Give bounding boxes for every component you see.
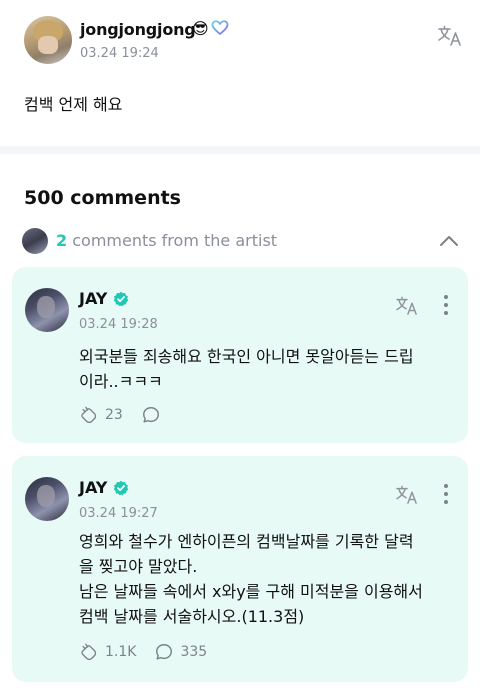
- like-button[interactable]: 23: [79, 405, 123, 425]
- translate-button[interactable]: [436, 22, 464, 50]
- user-badges: 😎: [192, 19, 229, 38]
- comment-text-line: 영희와 철수가 엔하이픈의 컴백날짜를 기록한 달력: [79, 532, 414, 551]
- reply-button[interactable]: [141, 405, 167, 425]
- like-count: 23: [105, 407, 123, 423]
- translate-icon: [396, 296, 417, 315]
- comment-author-avatar[interactable]: [25, 288, 69, 332]
- post-author-name[interactable]: jongjongjong: [80, 20, 196, 39]
- like-icon: [81, 406, 97, 424]
- verified-icon: [113, 480, 129, 496]
- comment-translate-button[interactable]: [394, 482, 420, 508]
- artist-comments-label: 2 comments from the artist: [56, 231, 277, 250]
- reply-button[interactable]: 335: [154, 642, 207, 662]
- artist-comment-card: JAY 03.24 19:28 외국분들 죄송해요 한국인 아니면 못알아듣는 …: [12, 267, 468, 443]
- artist-comment-count: 2: [56, 231, 68, 250]
- reply-count: 335: [180, 644, 208, 660]
- comment-actions: 23: [79, 404, 185, 426]
- reply-icon: [156, 644, 173, 660]
- heart-badge-icon: [211, 20, 229, 35]
- comment-text-line: 을 찢고야 말았다.: [79, 557, 198, 576]
- like-count: 1.1K: [105, 644, 137, 660]
- artist-comments-text: comments from the artist: [72, 231, 278, 250]
- comment-translate-button[interactable]: [394, 293, 420, 319]
- sunglasses-emoji: 😎: [192, 19, 209, 38]
- translate-icon: [438, 25, 461, 46]
- more-icon[interactable]: [442, 483, 450, 505]
- translate-icon: [396, 485, 417, 504]
- verified-icon: [113, 291, 129, 307]
- comment-text: 외국분들 죄송해요 한국인 아니면 못알아듣는 드립 이라..ㅋㅋㅋ: [79, 344, 459, 394]
- section-divider: [0, 146, 480, 154]
- like-button[interactable]: 1.1K: [79, 642, 136, 662]
- comment-text-line: 남은 날짜들 속에서 x와y를 구해 미적분을 이용해서: [79, 582, 423, 601]
- comment-text-line: 컴백 날짜를 서술하시오.(11.3점): [79, 607, 305, 626]
- post-time: 03.24 19:24: [80, 46, 159, 61]
- more-icon[interactable]: [442, 294, 450, 316]
- comment-author-name[interactable]: JAY: [79, 478, 107, 497]
- artist-avatar: [22, 228, 48, 254]
- comment-text-line: 이라..ㅋㅋㅋ: [79, 372, 163, 391]
- comment-time: 03.24 19:28: [79, 317, 158, 332]
- post-header: jongjongjong 😎 03.24 19:24: [24, 16, 464, 66]
- comment-actions: 1.1K 335: [79, 641, 225, 663]
- reply-icon: [142, 407, 159, 423]
- artist-comment-card: JAY 03.24 19:27 영희와 철수가 엔하이픈의 컴백날짜를 기록한 …: [12, 456, 468, 682]
- like-icon: [81, 643, 97, 661]
- chevron-up-icon[interactable]: [438, 230, 460, 252]
- post-body: 컴백 언제 해요: [24, 95, 123, 114]
- artist-comments-toggle[interactable]: 2 comments from the artist: [20, 226, 460, 256]
- comment-author-avatar[interactable]: [25, 477, 69, 521]
- comment-author-name[interactable]: JAY: [79, 289, 107, 308]
- comment-text: 영희와 철수가 엔하이픈의 컴백날짜를 기록한 달력 을 찢고야 말았다. 남은…: [79, 529, 459, 629]
- post-author-avatar[interactable]: [24, 16, 72, 64]
- comment-text-line: 외국분들 죄송해요 한국인 아니면 못알아듣는 드립: [79, 347, 414, 366]
- comment-time: 03.24 19:27: [79, 506, 158, 521]
- comments-count-title: 500 comments: [24, 187, 181, 209]
